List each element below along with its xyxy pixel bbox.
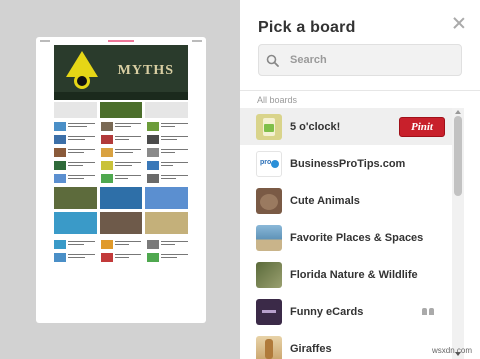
preview-hero-image: MYTHS bbox=[54, 45, 188, 100]
board-thumb bbox=[256, 187, 282, 214]
search-icon bbox=[259, 45, 285, 75]
preview-pane: MYTHS bbox=[0, 0, 240, 359]
board-thumb bbox=[256, 224, 282, 251]
search-input[interactable] bbox=[285, 54, 445, 66]
panel-title: Pick a board bbox=[258, 19, 356, 36]
preview-thumb-strip bbox=[54, 102, 189, 118]
preview-article-list bbox=[36, 118, 206, 183]
board-name: 5 o'clock! bbox=[290, 120, 341, 133]
divider bbox=[240, 90, 480, 91]
board-thumb bbox=[256, 113, 282, 140]
page-preview: MYTHS bbox=[36, 37, 206, 323]
board-item[interactable]: 5 o'clock! Pinit bbox=[240, 108, 453, 145]
board-name: Florida Nature & Wildlife bbox=[290, 268, 418, 281]
board-item[interactable]: Funny eCards bbox=[240, 293, 453, 330]
pin-it-button[interactable]: Pinit bbox=[399, 117, 445, 137]
section-label: All boards bbox=[257, 95, 298, 105]
board-item[interactable]: Favorite Places & Spaces bbox=[240, 219, 453, 256]
board-name: Cute Animals bbox=[290, 194, 360, 207]
preview-image-grid bbox=[54, 187, 188, 234]
board-list: 5 o'clock! Pinit pro BusinessProTips.com… bbox=[240, 108, 453, 359]
board-search[interactable] bbox=[258, 44, 462, 76]
board-name: BusinessProTips.com bbox=[290, 157, 406, 170]
scroll-up-icon[interactable] bbox=[455, 110, 461, 114]
scroll-thumb[interactable] bbox=[454, 116, 462, 196]
preview-header bbox=[36, 37, 206, 45]
preview-hero-text: MYTHS bbox=[117, 63, 174, 78]
board-name: Giraffes bbox=[290, 342, 332, 355]
board-name: Favorite Places & Spaces bbox=[290, 231, 424, 244]
board-name: Funny eCards bbox=[290, 305, 364, 318]
watermark: wsxdn.com bbox=[431, 346, 472, 355]
board-thumb: pro bbox=[256, 150, 282, 177]
board-thumb bbox=[256, 298, 282, 325]
close-icon[interactable] bbox=[452, 16, 466, 30]
board-thumb bbox=[256, 335, 282, 359]
board-item[interactable]: Giraffes bbox=[240, 330, 453, 359]
pin-dialog: MYTHS Pick a board Search All boards 5 o… bbox=[0, 0, 480, 359]
board-item[interactable]: pro BusinessProTips.com bbox=[240, 145, 453, 182]
group-board-icon bbox=[421, 308, 437, 316]
board-list-scrollbar[interactable] bbox=[452, 108, 464, 359]
board-thumb bbox=[256, 261, 282, 288]
board-item[interactable]: Cute Animals bbox=[240, 182, 453, 219]
board-item[interactable]: Florida Nature & Wildlife bbox=[240, 256, 453, 293]
